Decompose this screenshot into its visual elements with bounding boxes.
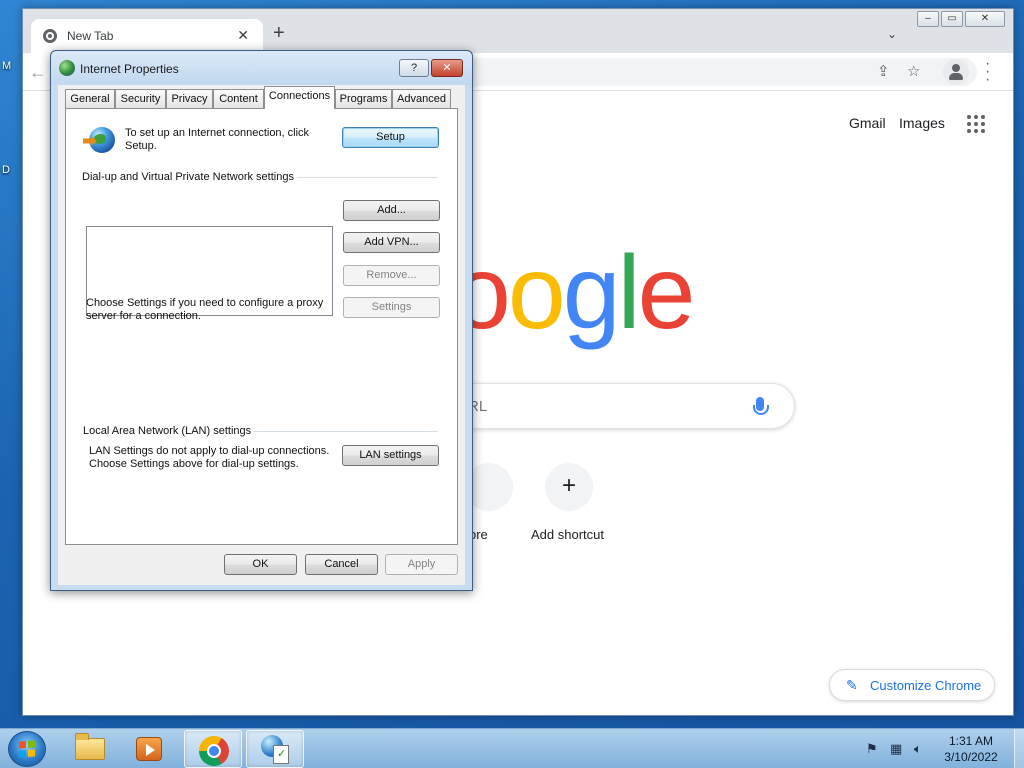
internet-properties-dialog: Internet Properties ? ✕ General Security… — [50, 50, 473, 591]
maximize-button[interactable]: ▭ — [941, 11, 963, 27]
add-shortcut-button[interactable]: + — [545, 463, 593, 511]
taskbar: ⚑ ▦ 🔈︎ 1:31 AM 3/10/2022 — [0, 728, 1024, 768]
tab-security[interactable]: Security — [115, 89, 166, 108]
dialup-vpn-group-label: Dial-up and Virtual Private Network sett… — [82, 171, 294, 183]
logo-letter: l — [617, 235, 641, 351]
images-link[interactable]: Images — [899, 115, 945, 131]
window-close-button[interactable]: ✕ — [965, 11, 1005, 27]
system-clock[interactable]: 1:31 AM 3/10/2022 — [936, 733, 1006, 765]
minimize-button[interactable]: – — [917, 11, 939, 27]
logo-letter: o — [507, 235, 566, 351]
customize-chrome-label: Customize Chrome — [870, 678, 982, 693]
profile-avatar-icon[interactable] — [943, 59, 969, 85]
logo-letter: e — [637, 235, 696, 351]
windows-logo-icon — [19, 740, 35, 758]
pencil-icon: ✎ — [846, 677, 858, 693]
connections-tab-pane: To set up an Internet connection, click … — [65, 108, 458, 545]
ok-button[interactable]: OK — [224, 554, 297, 575]
folder-icon — [75, 733, 105, 760]
tab-advanced[interactable]: Advanced — [392, 89, 451, 108]
proxy-settings-description: Choose Settings if you need to configure… — [86, 297, 324, 322]
add-vpn-button[interactable]: Add VPN... — [343, 232, 440, 253]
start-button[interactable] — [8, 731, 46, 767]
new-tab-button[interactable]: + — [273, 23, 285, 43]
network-icon[interactable]: ▦ — [890, 741, 902, 757]
tab-programs[interactable]: Programs — [335, 89, 392, 108]
group-divider — [254, 431, 438, 432]
lan-settings-button[interactable]: LAN settings — [342, 445, 439, 466]
cancel-button[interactable]: Cancel — [305, 554, 378, 575]
dialog-close-button[interactable]: ✕ — [431, 59, 463, 77]
lan-group-label: Local Area Network (LAN) settings — [83, 425, 252, 437]
chrome-favicon-icon — [43, 29, 57, 43]
plus-icon: + — [561, 472, 576, 499]
clock-time: 1:31 AM — [948, 734, 994, 748]
show-desktop-button[interactable] — [1014, 729, 1024, 768]
tab-close-icon[interactable]: ✕ — [237, 27, 249, 44]
chrome-menu-icon[interactable]: · · · — [985, 56, 990, 88]
internet-connection-globe-icon — [83, 127, 115, 155]
gmail-link[interactable]: Gmail — [849, 115, 886, 131]
customize-chrome-button[interactable]: ✎ Customize Chrome — [829, 669, 995, 701]
settings-button[interactable]: Settings — [343, 297, 440, 318]
back-arrow-icon[interactable]: ← — [29, 62, 47, 83]
dialog-title-bar[interactable]: Internet Properties ? ✕ — [51, 51, 472, 85]
tab-general[interactable]: General — [65, 89, 115, 108]
window-controls: – ▭ ✕ — [917, 11, 1007, 29]
tab-title: New Tab — [67, 29, 114, 43]
taskbar-windows-explorer[interactable] — [60, 730, 118, 768]
dialog-body: General Security Privacy Content Connect… — [58, 85, 465, 585]
logo-letter: g — [562, 235, 621, 351]
voice-search-mic-icon[interactable] — [753, 397, 769, 415]
volume-icon[interactable]: 🔈︎ — [914, 741, 922, 757]
group-divider — [297, 177, 438, 178]
apply-button[interactable]: Apply — [385, 554, 458, 575]
internet-options-globe-icon — [59, 60, 75, 76]
action-center-icon[interactable]: ⚑ — [866, 741, 878, 757]
clock-date: 3/10/2022 — [944, 750, 998, 764]
add-shortcut-label[interactable]: Add shortcut — [531, 527, 604, 542]
setup-description: To set up an Internet connection, click … — [125, 127, 310, 152]
bookmark-star-icon[interactable]: ☆ — [907, 62, 920, 80]
tab-connections[interactable]: Connections — [264, 86, 335, 109]
remove-button[interactable]: Remove... — [343, 265, 440, 286]
taskbar-google-chrome[interactable] — [184, 730, 242, 768]
internet-properties-icon — [261, 735, 291, 765]
tab-content[interactable]: Content — [213, 89, 264, 108]
desktop-icon-label-2[interactable]: D — [2, 164, 10, 176]
tab-strip: New Tab ✕ + ⌄ – ▭ ✕ — [23, 9, 1013, 53]
google-apps-icon[interactable] — [967, 115, 985, 133]
add-button[interactable]: Add... — [343, 200, 440, 221]
taskbar-media-player[interactable] — [120, 730, 178, 768]
dialog-title: Internet Properties — [80, 62, 179, 76]
tab-new-tab[interactable]: New Tab ✕ — [31, 19, 263, 53]
taskbar-internet-properties[interactable] — [246, 730, 304, 768]
help-button[interactable]: ? — [399, 59, 429, 77]
lan-description: LAN Settings do not apply to dial-up con… — [89, 445, 330, 470]
chrome-icon — [199, 736, 229, 766]
media-player-icon — [136, 737, 162, 761]
desktop-icon-label-1[interactable]: M — [2, 60, 11, 72]
mouse-pointer-icon — [228, 353, 246, 373]
tab-privacy[interactable]: Privacy — [166, 89, 213, 108]
google-logo: oogle — [453, 241, 695, 345]
tab-search-chevron-icon[interactable]: ⌄ — [887, 27, 897, 41]
share-icon[interactable]: ⇪ — [877, 62, 890, 80]
setup-button[interactable]: Setup — [342, 127, 439, 148]
